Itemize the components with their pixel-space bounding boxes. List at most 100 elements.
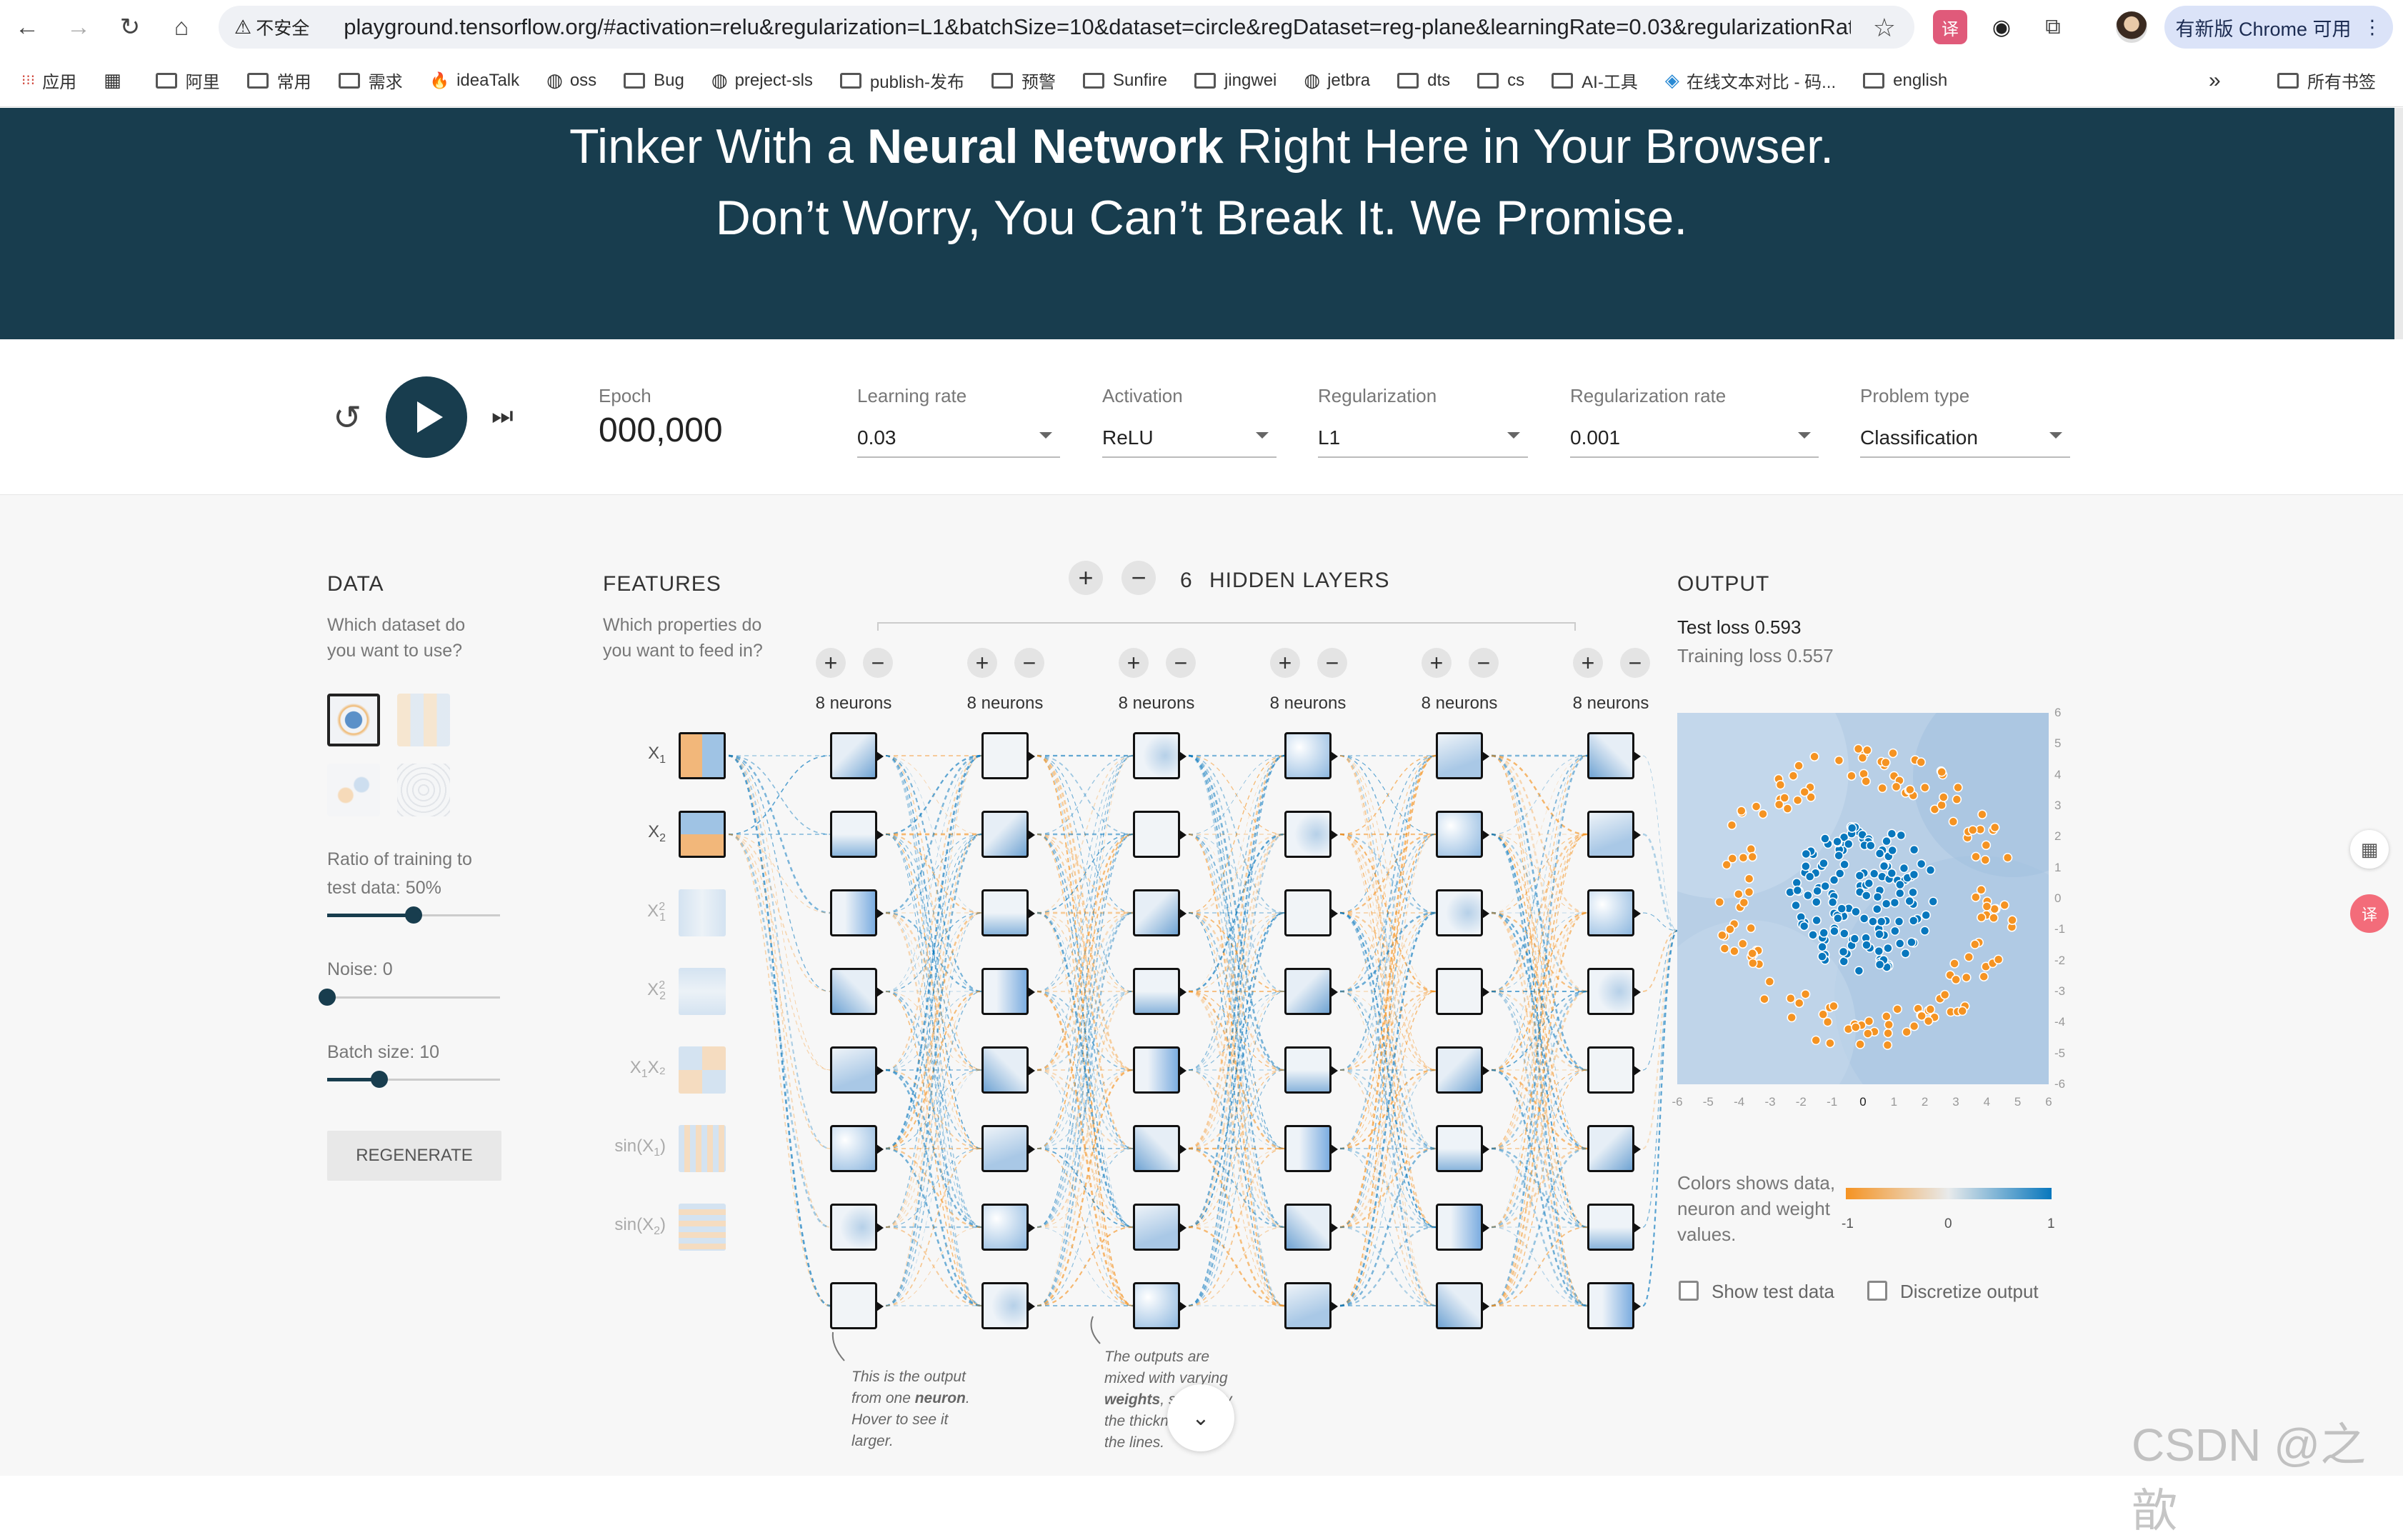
weight-link[interactable] <box>1036 1069 1134 1149</box>
neuron[interactable] <box>981 968 1035 1015</box>
weight-link[interactable] <box>1036 991 1134 1228</box>
weight-link[interactable] <box>1036 1069 1134 1229</box>
weight-link[interactable] <box>1188 834 1285 992</box>
bookmark-item[interactable]: Bug <box>624 71 684 91</box>
neuron[interactable] <box>1436 1125 1489 1172</box>
weight-link[interactable] <box>885 991 982 1306</box>
weight-link[interactable] <box>1188 1069 1285 1228</box>
weight-link[interactable] <box>1339 1147 1437 1307</box>
weight-link[interactable] <box>1188 833 1285 1307</box>
weight-link[interactable] <box>1036 991 1134 1071</box>
weight-link[interactable] <box>1491 834 1588 914</box>
remove-layer-button[interactable]: − <box>1121 561 1156 595</box>
weight-link[interactable] <box>1188 991 1285 1228</box>
weight-link[interactable] <box>1339 834 1437 1149</box>
weight-link[interactable] <box>1036 912 1134 1306</box>
weight-link[interactable] <box>1491 1226 1588 1306</box>
weight-link[interactable] <box>1036 834 1134 992</box>
weight-link[interactable] <box>1188 1069 1285 1150</box>
weight-link[interactable] <box>885 1069 982 1149</box>
bookmark-item[interactable]: jingwei <box>1194 71 1277 91</box>
weight-link[interactable] <box>1339 834 1437 992</box>
weight-link[interactable] <box>1491 754 1588 993</box>
weight-link[interactable] <box>885 834 982 992</box>
weight-link[interactable] <box>1491 1147 1588 1229</box>
weight-link[interactable] <box>1491 754 1588 836</box>
weight-link[interactable] <box>885 991 982 1071</box>
weight-link[interactable] <box>1339 912 1437 1071</box>
translate-extension-icon[interactable]: 译 <box>1933 10 1967 44</box>
weight-link[interactable] <box>1188 911 1285 1150</box>
weight-link[interactable] <box>1188 755 1285 992</box>
bookmark-item[interactable]: ◍ preject-sls <box>711 69 813 91</box>
neuron[interactable] <box>1587 1125 1641 1172</box>
weight-link[interactable] <box>1188 990 1285 1150</box>
weight-link[interactable] <box>1036 755 1134 914</box>
weight-link[interactable] <box>1491 834 1588 1071</box>
weight-link[interactable] <box>1339 991 1437 1071</box>
weight-link[interactable] <box>1188 754 1285 1150</box>
weight-link[interactable] <box>1188 991 1285 1306</box>
reset-icon[interactable]: ↺ <box>333 398 361 438</box>
weight-link[interactable] <box>885 991 982 1149</box>
bookmark-item[interactable]: ◍ oss <box>546 69 596 91</box>
weight-link[interactable] <box>1339 990 1437 1071</box>
neuron[interactable] <box>1436 1204 1489 1251</box>
weight-link[interactable] <box>1188 1226 1285 1306</box>
weight-link[interactable] <box>885 833 982 914</box>
neuron[interactable] <box>1133 1125 1186 1172</box>
weight-link[interactable] <box>1036 834 1134 914</box>
neuron[interactable] <box>1436 1046 1489 1094</box>
neuron[interactable] <box>830 1282 884 1329</box>
weight-link[interactable] <box>885 1147 982 1307</box>
weight-link[interactable] <box>1491 1069 1588 1228</box>
add-neuron-button[interactable]: + <box>1270 648 1300 678</box>
feature-toggle[interactable] <box>679 1125 726 1172</box>
weight-link[interactable] <box>1339 912 1437 1149</box>
dataset-circle[interactable] <box>327 694 380 746</box>
weight-link[interactable] <box>1188 911 1285 1071</box>
weight-link[interactable] <box>1339 755 1437 1306</box>
weight-link[interactable] <box>1188 754 1285 1229</box>
weight-link[interactable] <box>1188 912 1285 1306</box>
weight-link[interactable] <box>885 991 982 1149</box>
weight-link[interactable] <box>1188 1069 1285 1306</box>
weight-link[interactable] <box>1339 1069 1437 1229</box>
weight-link[interactable] <box>1036 834 1134 1228</box>
weight-link[interactable] <box>1036 755 1134 835</box>
weight-link[interactable] <box>1491 754 1588 914</box>
weight-link[interactable] <box>1491 1226 1588 1306</box>
weight-link[interactable] <box>885 754 982 836</box>
neuron[interactable] <box>1133 968 1186 1015</box>
weight-link[interactable] <box>1339 991 1437 1228</box>
address-bar[interactable]: ⚠ 不安全 playground.tensorflow.org/#activati… <box>219 6 1914 49</box>
weight-link[interactable] <box>885 834 982 992</box>
neuron[interactable] <box>1436 1282 1489 1329</box>
weight-link[interactable] <box>885 834 982 1149</box>
weight-link[interactable] <box>1491 755 1588 1149</box>
weight-link[interactable] <box>885 834 982 914</box>
weight-link[interactable] <box>1491 755 1588 835</box>
weight-link[interactable] <box>1036 834 1134 1149</box>
bookmark-item[interactable]: ⁝⁝⁝ 应用 <box>21 68 76 93</box>
weight-link[interactable] <box>1339 911 1437 993</box>
bookmark-item[interactable]: 需求 <box>338 68 403 93</box>
bookmark-item[interactable]: 常用 <box>246 68 311 93</box>
weight-link[interactable] <box>1188 755 1285 1149</box>
weight-link[interactable] <box>1036 912 1134 992</box>
weight-link[interactable] <box>1339 833 1437 914</box>
weight-link[interactable] <box>1491 755 1588 914</box>
weight-link[interactable] <box>1036 834 1134 1149</box>
learning-rate-select[interactable]: 0.03 <box>857 426 896 449</box>
weight-link[interactable] <box>885 755 982 992</box>
discretize-output-checkbox[interactable] <box>1867 1281 1887 1301</box>
neuron[interactable] <box>830 811 884 858</box>
weight-link[interactable] <box>1036 912 1134 992</box>
neuron[interactable] <box>830 732 884 779</box>
weight-link[interactable] <box>1036 755 1134 1306</box>
weight-link[interactable] <box>885 991 982 1306</box>
problem-type-select[interactable]: Classification <box>1860 426 1978 449</box>
weight-link[interactable] <box>1188 1148 1285 1306</box>
weight-link[interactable] <box>1036 834 1134 1228</box>
weight-link[interactable] <box>885 1069 982 1307</box>
